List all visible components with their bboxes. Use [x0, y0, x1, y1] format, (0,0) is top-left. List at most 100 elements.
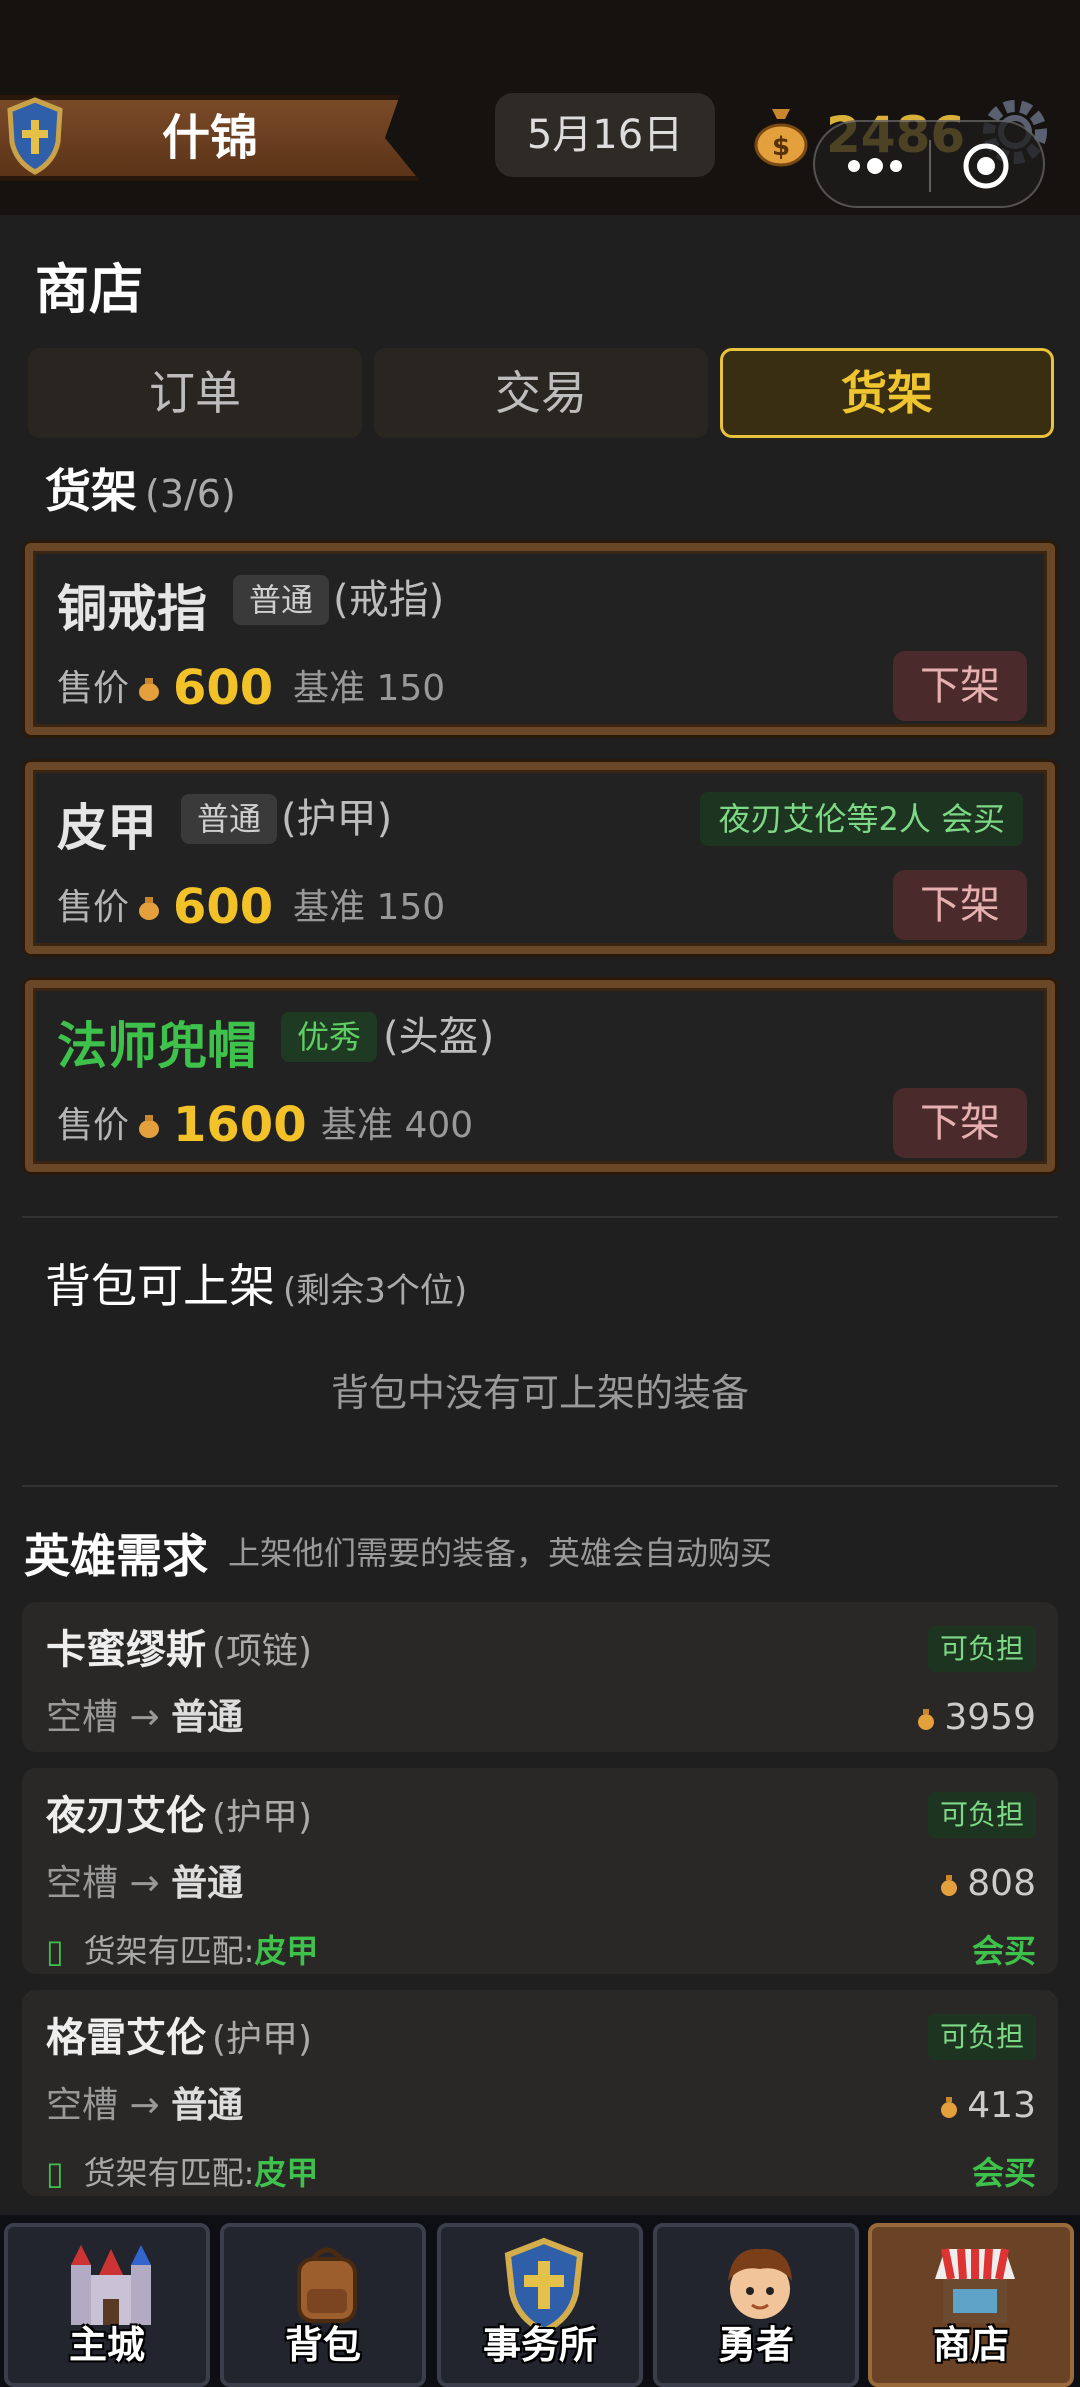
shelf-item-card[interactable]: 法师兜帽 优秀 (头盔) 售价 1600 基准 400 下架	[25, 980, 1055, 1172]
item-price: 600	[173, 660, 274, 716]
page-title: 商店	[35, 258, 143, 321]
slot-label: 空槽 →	[46, 1697, 160, 1738]
item-type: (戒指)	[333, 577, 445, 623]
delist-button[interactable]: 下架	[893, 651, 1027, 721]
price-label: 售价	[57, 1105, 130, 1146]
slot-label: 空槽 →	[46, 2085, 160, 2126]
coin-bag-icon	[941, 2097, 958, 2118]
tab-orders[interactable]: 订单	[28, 348, 362, 438]
nav-agency[interactable]: 事务所	[437, 2223, 643, 2387]
quality-badge: 普通	[181, 794, 278, 844]
backpack-title-text: 背包可上架	[45, 1259, 275, 1313]
location-title: 什锦	[161, 110, 258, 166]
tab-shelf[interactable]: 货架	[720, 348, 1054, 438]
nav-label: 勇者	[717, 2323, 794, 2367]
backpack-remaining: (剩余3个位)	[283, 1271, 468, 1311]
guild-shield-icon	[7, 97, 63, 175]
hero-need-card[interactable]: 夜刃艾伦 (护甲) 可负担 空槽 → 普通 808 ▯ 货架有匹配:皮甲 会买	[22, 1768, 1058, 1974]
delist-button[interactable]: 下架	[893, 870, 1027, 940]
date-display: 5月16日	[495, 93, 715, 177]
base-price: 基准 150	[293, 878, 445, 938]
money-bag-icon: $	[754, 109, 808, 167]
hero-name: 卡蜜缪斯 (项链)	[46, 1620, 312, 1682]
hero-gold: 413	[939, 2078, 1036, 2134]
hero-gold-value: 3959	[944, 1697, 1036, 1738]
match-label: 货架有匹配:	[83, 1932, 255, 1970]
base-value: 400	[404, 1105, 474, 1146]
hero-need-type: (项链)	[212, 1631, 313, 1672]
hero-needs-hint: 上架他们需要的装备，英雄会自动购买	[228, 1534, 773, 1572]
target-quality: 普通	[171, 2085, 244, 2126]
affordable-badge: 可负担	[927, 1626, 1036, 1672]
item-name: 法师兜帽	[57, 1017, 257, 1075]
slot-requirement: 空槽 → 普通	[46, 2078, 243, 2134]
nav-backpack[interactable]: 背包	[220, 2223, 426, 2387]
match-item: 皮甲	[254, 2154, 319, 2192]
backpack-empty-message: 背包中没有可上架的装备	[330, 1371, 749, 1415]
check-box-icon: ▯	[46, 1932, 64, 1970]
backpack-section-title: 背包可上架 (剩余3个位)	[45, 1250, 467, 1316]
hero-name-text: 格雷艾伦	[46, 2015, 206, 2061]
target-quality: 普通	[171, 1863, 244, 1904]
hero-need-card[interactable]: 卡蜜缪斯 (项链) 可负担 空槽 → 普通 3959	[22, 1602, 1058, 1752]
check-box-icon: ▯	[46, 2154, 64, 2192]
shelf-title-text: 货架	[45, 464, 137, 518]
hero-name: 格雷艾伦 (护甲)	[46, 2008, 312, 2070]
slot-requirement: 空槽 → 普通	[46, 1856, 243, 1912]
base-value: 150	[376, 668, 446, 709]
coin-bag-icon	[941, 1875, 958, 1896]
bottom-nav: 主城 背包 事务所 勇者 商店	[0, 2215, 1080, 2387]
hero-need-type: (护甲)	[212, 2019, 313, 2060]
price-label: 售价	[57, 887, 130, 928]
target-quality: 普通	[171, 1697, 244, 1738]
hero-gold: 808	[939, 1856, 1036, 1912]
base-price: 基准 400	[321, 1096, 473, 1156]
item-price: 600	[173, 879, 274, 935]
match-label: 货架有匹配:	[83, 2154, 255, 2192]
affordable-badge: 可负担	[927, 2014, 1036, 2060]
shelf-item-card[interactable]: 皮甲 普通 (护甲) 夜刃艾伦等2人 会买 售价 600 基准 150 下架	[25, 762, 1055, 954]
shelf-count: (3/6)	[145, 472, 236, 516]
will-buy-label: 会买	[971, 2154, 1036, 2192]
affordable-badge: 可负担	[927, 1792, 1036, 1838]
close-target-icon[interactable]	[960, 140, 1012, 192]
coin-bag-icon	[139, 897, 159, 920]
hero-need-type: (护甲)	[212, 1797, 313, 1838]
shelf-item-card[interactable]: 铜戒指 普通 (戒指) 售价 600 基准 150 下架	[25, 543, 1055, 735]
item-price: 1600	[173, 1097, 307, 1153]
hero-name-text: 卡蜜缪斯	[46, 1627, 206, 1673]
price-label: 售价	[57, 668, 130, 709]
shelf-section-title: 货架 (3/6)	[45, 455, 236, 521]
slot-requirement: 空槽 → 普通	[46, 1690, 243, 1746]
nav-shop[interactable]: 商店	[868, 2223, 1074, 2387]
coin-bag-icon	[918, 1709, 935, 1730]
coin-bag-icon	[139, 678, 159, 701]
base-price: 基准 150	[293, 659, 445, 719]
base-label: 基准	[321, 1105, 394, 1146]
nav-label: 事务所	[482, 2323, 597, 2367]
shelf-match: ▯ 货架有匹配:皮甲	[46, 2148, 318, 2198]
shelf-match: ▯ 货架有匹配:皮甲	[46, 1926, 318, 1976]
svg-text:$: $	[772, 132, 790, 162]
tab-trade[interactable]: 交易	[374, 348, 708, 438]
will-buy-label: 会买	[971, 1932, 1036, 1970]
hero-gold: 3959	[916, 1690, 1036, 1746]
divider	[22, 1216, 1058, 1218]
item-name: 皮甲	[57, 799, 157, 857]
nav-heroes[interactable]: 勇者	[653, 2223, 859, 2387]
base-value: 150	[376, 887, 446, 928]
hero-gold-value: 808	[967, 1863, 1036, 1904]
capsule-separator	[929, 140, 931, 192]
base-label: 基准	[293, 887, 366, 928]
nav-label: 主城	[68, 2323, 145, 2367]
delist-button[interactable]: 下架	[893, 1088, 1027, 1158]
hero-need-card[interactable]: 格雷艾伦 (护甲) 可负担 空槽 → 普通 413 ▯ 货架有匹配:皮甲 会买	[22, 1990, 1058, 2196]
buyers-badge: 夜刃艾伦等2人 会买	[700, 792, 1023, 846]
quality-badge: 优秀	[281, 1012, 378, 1062]
nav-main-city[interactable]: 主城	[4, 2223, 210, 2387]
more-dots-icon[interactable]	[840, 142, 910, 190]
hero-name-text: 夜刃艾伦	[46, 1793, 206, 1839]
divider	[22, 1485, 1058, 1487]
hero-gold-value: 413	[967, 2085, 1036, 2126]
nav-label: 商店	[932, 2323, 1009, 2367]
